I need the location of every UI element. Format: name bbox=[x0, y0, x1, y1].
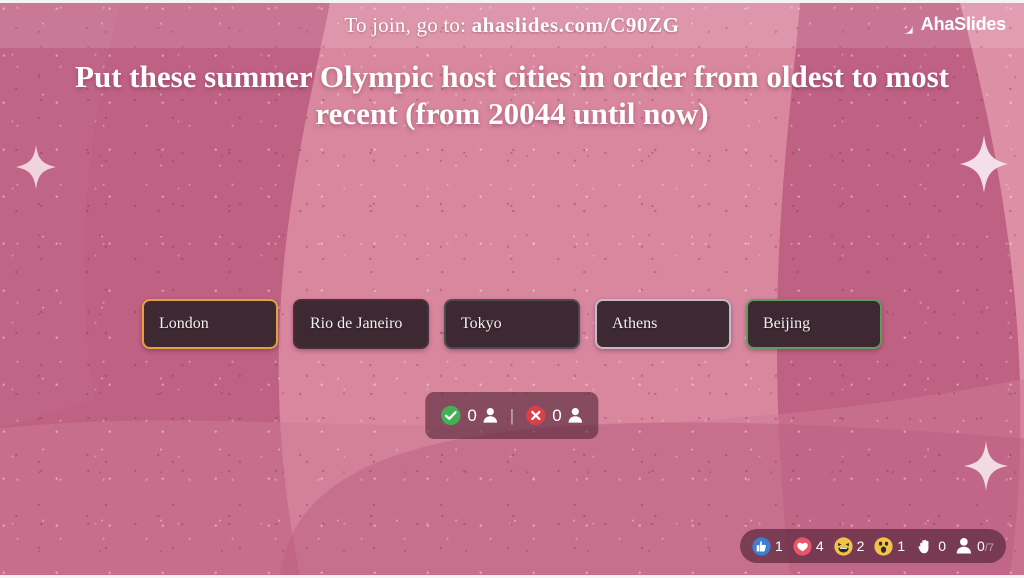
join-prefix-label: To join, go to: bbox=[344, 13, 467, 37]
sparkle-icon bbox=[964, 441, 1008, 491]
check-circle-icon bbox=[441, 405, 461, 426]
correct-group: 0 bbox=[440, 405, 498, 426]
sparkle-icon bbox=[960, 135, 1008, 193]
counter-divider: | bbox=[509, 405, 515, 425]
reaction-raised-hand[interactable]: 0 bbox=[915, 537, 946, 556]
thumbs-up-icon bbox=[752, 536, 771, 556]
surprised-face-icon bbox=[874, 536, 894, 556]
join-url: ahaslides.com/C90ZG bbox=[471, 13, 680, 37]
person-icon bbox=[483, 408, 498, 423]
ahaslides-logo-icon bbox=[894, 15, 913, 34]
sparkle-icon bbox=[16, 145, 56, 189]
incorrect-count: 0 bbox=[552, 405, 562, 425]
x-circle-icon bbox=[526, 405, 546, 426]
ahaslides-brand-name: AhaSlides bbox=[920, 14, 1006, 34]
incorrect-group: 0 bbox=[525, 405, 583, 426]
ahaslides-logo: AhaSlides bbox=[893, 14, 1006, 35]
heart-icon bbox=[793, 536, 812, 556]
answer-counter-panel: 0 | 0 bbox=[425, 392, 599, 439]
answer-card-label: Tokyo bbox=[461, 315, 502, 332]
answer-card-tokyo[interactable]: Tokyo bbox=[444, 299, 580, 349]
participants-current: 0 bbox=[977, 538, 985, 554]
answer-card-label: Rio de Janeiro bbox=[310, 315, 403, 332]
laughing-face-icon bbox=[834, 536, 853, 556]
person-icon bbox=[568, 408, 583, 423]
question-text: Put these summer Olympic host cities in … bbox=[75, 59, 949, 131]
participants-total: /7 bbox=[984, 542, 994, 554]
answer-cards-row: London Rio de Janeiro Tokyo Athens Beiji… bbox=[0, 299, 1024, 349]
answer-card-label: Athens bbox=[612, 315, 658, 332]
slide-stage: To join, go to: ahaslides.com/C90ZG AhaS… bbox=[0, 0, 1024, 578]
join-instruction: To join, go to: ahaslides.com/C90ZG bbox=[344, 13, 679, 38]
reaction-thumbs-up[interactable]: 1 bbox=[752, 536, 783, 556]
reaction-count: 4 bbox=[815, 538, 824, 554]
reactions-bar[interactable]: 1 4 2 1 0 0/7 bbox=[740, 529, 1006, 563]
raised-hand-icon bbox=[918, 539, 929, 553]
join-bar: To join, go to: ahaslides.com/C90ZG bbox=[0, 3, 1024, 48]
reaction-count: 2 bbox=[856, 538, 865, 554]
answer-card-beijing[interactable]: Beijing bbox=[746, 299, 882, 349]
reaction-count: 0 bbox=[938, 538, 947, 554]
reaction-count: 1 bbox=[897, 538, 906, 554]
participants-count: 0/7 bbox=[977, 538, 994, 554]
correct-count: 0 bbox=[467, 405, 477, 425]
reaction-laughing-face[interactable]: 2 bbox=[834, 536, 865, 556]
answer-card-athens[interactable]: Athens bbox=[595, 299, 731, 349]
participants-icon bbox=[956, 538, 972, 554]
answer-card-london[interactable]: London bbox=[142, 299, 278, 349]
answer-card-rio-de-janeiro[interactable]: Rio de Janeiro bbox=[293, 299, 429, 349]
answer-card-label: Beijing bbox=[763, 315, 811, 332]
reaction-heart[interactable]: 4 bbox=[793, 536, 824, 556]
reaction-surprised-face[interactable]: 1 bbox=[874, 536, 906, 556]
participants-indicator[interactable]: 0/7 bbox=[956, 537, 994, 555]
reaction-count: 1 bbox=[775, 538, 783, 554]
answer-card-label: London bbox=[159, 315, 209, 332]
